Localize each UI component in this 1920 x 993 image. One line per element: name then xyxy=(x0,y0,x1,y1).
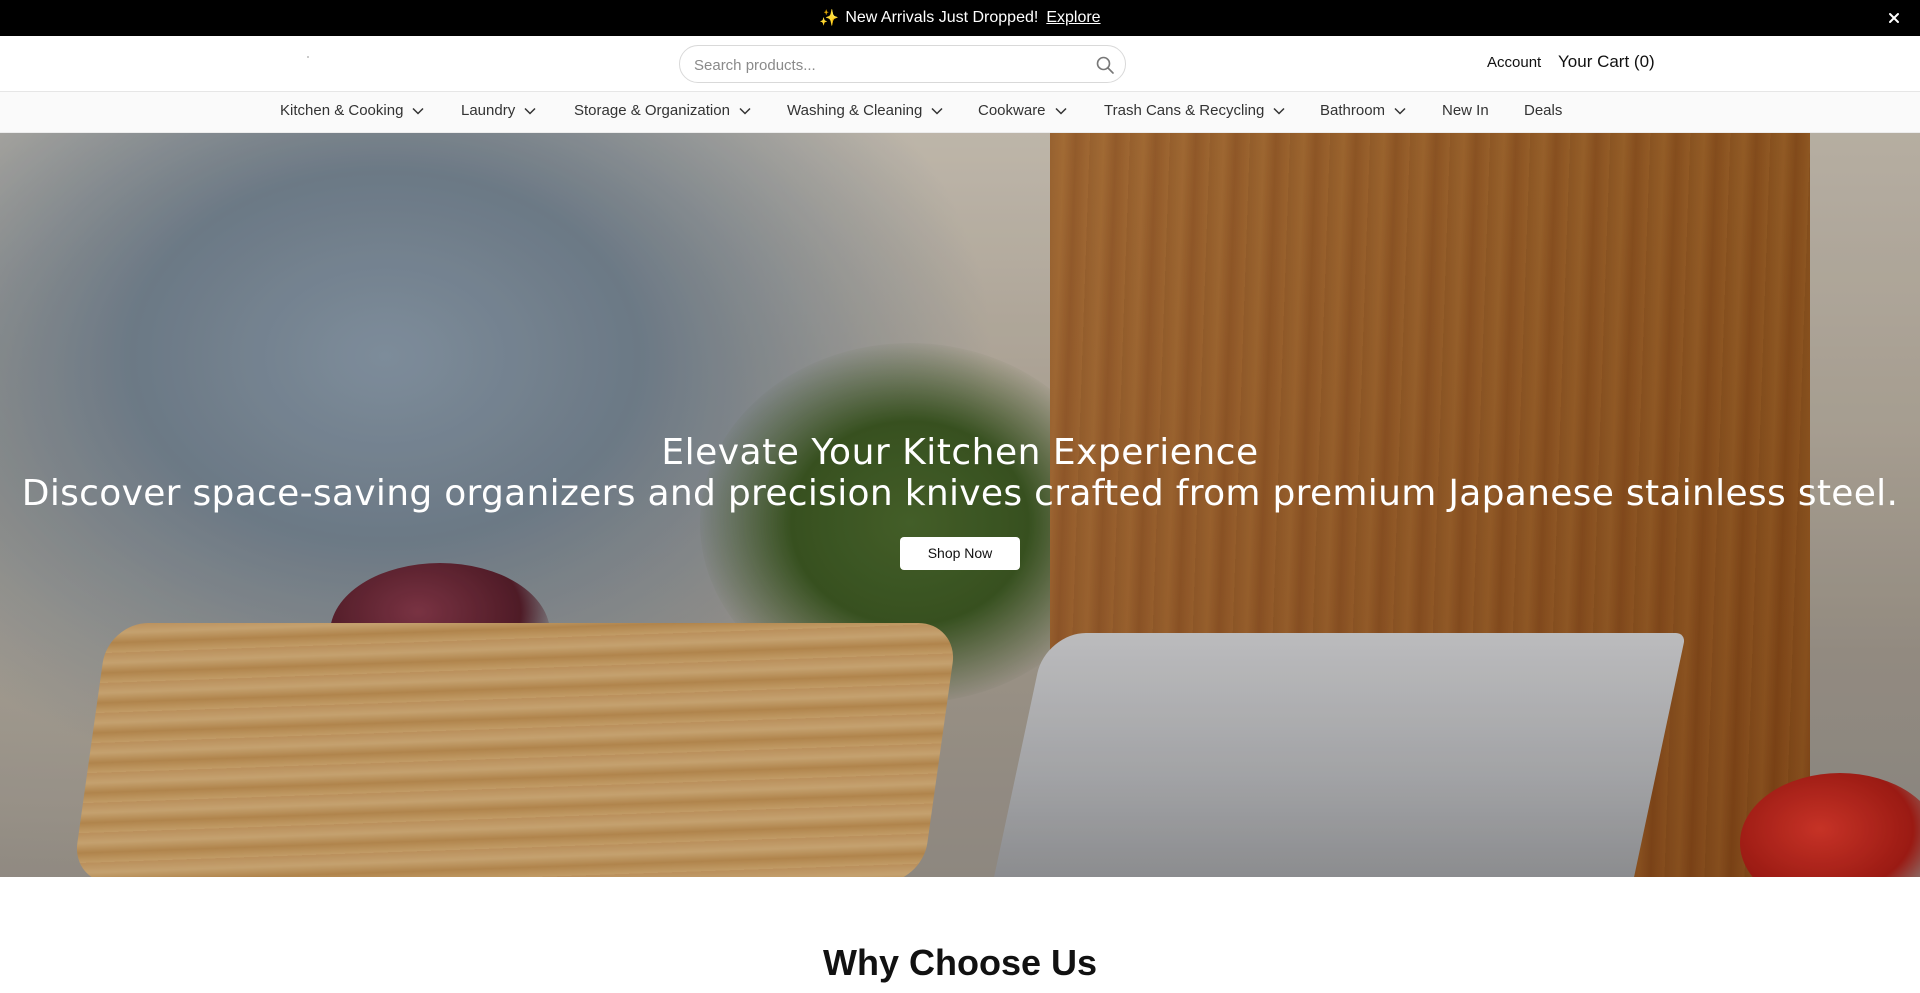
chevron-down-icon xyxy=(1394,107,1406,115)
nav-item-label: Laundry xyxy=(461,102,516,119)
chevron-down-icon xyxy=(524,107,536,115)
cart-link[interactable]: Your Cart (0) xyxy=(1558,52,1655,72)
nav-item-storage-organization[interactable]: Storage & Organization xyxy=(574,102,751,119)
site-header: Account Your Cart (0) xyxy=(0,36,1920,92)
chevron-down-icon xyxy=(931,107,943,115)
nav-item-trash-cans-recycling[interactable]: Trash Cans & Recycling xyxy=(1104,102,1285,119)
search-bar xyxy=(679,45,1126,83)
nav-item-new-in[interactable]: New In xyxy=(1442,102,1489,119)
main-nav: Kitchen & Cooking Laundry Storage & Orga… xyxy=(0,92,1920,133)
logo[interactable] xyxy=(307,56,309,58)
chevron-down-icon xyxy=(739,107,751,115)
chevron-down-icon xyxy=(1055,107,1067,115)
announcement-bar: ✨ New Arrivals Just Dropped! Explore xyxy=(0,0,1920,36)
shop-now-button[interactable]: Shop Now xyxy=(900,537,1020,570)
explore-link[interactable]: Explore xyxy=(1046,9,1100,27)
chevron-down-icon xyxy=(1273,107,1285,115)
close-icon[interactable] xyxy=(1884,8,1904,28)
search-input[interactable] xyxy=(694,52,1074,78)
nav-item-label: Washing & Cleaning xyxy=(787,102,923,119)
sparkle-icon: ✨ xyxy=(819,10,840,27)
nav-item-label: Trash Cans & Recycling xyxy=(1104,102,1265,119)
nav-item-laundry[interactable]: Laundry xyxy=(461,102,536,119)
nav-item-label: Storage & Organization xyxy=(574,102,730,119)
nav-item-washing-cleaning[interactable]: Washing & Cleaning xyxy=(787,102,943,119)
nav-item-label: Kitchen & Cooking xyxy=(280,102,404,119)
account-link[interactable]: Account xyxy=(1487,54,1541,71)
nav-item-label: New In xyxy=(1442,102,1489,119)
hero-subtitle: Discover space-saving organizers and pre… xyxy=(21,473,1899,514)
nav-item-kitchen-cooking[interactable]: Kitchen & Cooking xyxy=(280,102,424,119)
nav-item-cookware[interactable]: Cookware xyxy=(978,102,1067,119)
hero-content: Elevate Your Kitchen Experience Discover… xyxy=(0,433,1920,570)
search-icon[interactable] xyxy=(1095,55,1115,75)
chevron-down-icon xyxy=(412,107,424,115)
why-choose-us-heading: Why Choose Us xyxy=(822,942,1098,983)
announcement-message: New Arrivals Just Dropped! xyxy=(845,9,1039,26)
nav-item-label: Cookware xyxy=(978,102,1046,119)
nav-item-deals[interactable]: Deals xyxy=(1524,102,1562,119)
nav-item-label: Deals xyxy=(1524,102,1563,119)
nav-item-bathroom[interactable]: Bathroom xyxy=(1320,102,1406,119)
nav-item-label: Bathroom xyxy=(1320,102,1386,119)
hero-banner: Elevate Your Kitchen Experience Discover… xyxy=(0,133,1920,877)
hero-title: Elevate Your Kitchen Experience xyxy=(661,432,1259,473)
